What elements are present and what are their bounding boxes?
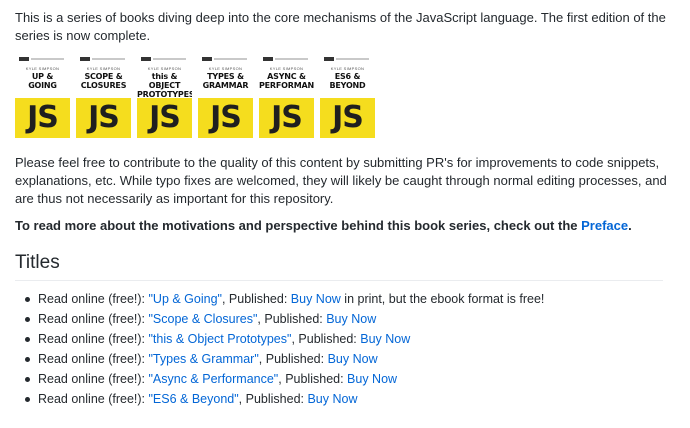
- book-title-link[interactable]: "Scope & Closures": [148, 312, 257, 326]
- cover-title: ES6 & BEYOND: [329, 72, 366, 90]
- book-cover[interactable]: KYLE SIMPSON UP & GOING JS: [15, 55, 70, 138]
- read-online-label: Read online (free!):: [38, 392, 149, 406]
- cover-author: KYLE SIMPSON: [269, 66, 304, 71]
- cover-stripe: [336, 58, 369, 60]
- list-item: Read online (free!): "Types & Grammar", …: [15, 349, 544, 369]
- cover-stripe: [31, 58, 64, 60]
- book-cover[interactable]: KYLE SIMPSON TYPES & GRAMMAR JS: [198, 55, 253, 138]
- cover-title: TYPES & GRAMMAR: [202, 72, 249, 90]
- read-online-label: Read online (free!):: [38, 292, 149, 306]
- cover-title: this & OBJECT PROTOTYPES: [137, 72, 192, 99]
- published-label: , Published:: [257, 312, 327, 326]
- cover-js-logo: JS: [27, 100, 59, 135]
- book-cover[interactable]: KYLE SIMPSONASYNC & PERFORMANCE JS: [259, 55, 314, 138]
- published-label: , Published:: [258, 352, 328, 366]
- list-item: Read online (free!): "Scope & Closures",…: [15, 309, 544, 329]
- cover-js-logo: JS: [271, 100, 303, 135]
- publisher-logo: [324, 57, 334, 61]
- list-item: Read online (free!): "this & Object Prot…: [15, 329, 544, 349]
- book-cover[interactable]: KYLE SIMPSON this & OBJECT PROTOTYPES JS: [137, 55, 192, 138]
- bullet-icon: [25, 357, 30, 362]
- cover-title: ASYNC & PERFORMANCE: [259, 72, 314, 90]
- preface-link[interactable]: Preface: [581, 218, 628, 233]
- book-title-link[interactable]: "Types & Grammar": [148, 352, 258, 366]
- book-cover[interactable]: KYLE SIMPSON SCOPE & CLOSURES JS: [76, 55, 131, 138]
- published-label: , Published:: [221, 292, 291, 306]
- cover-author: KYLE SIMPSON: [25, 66, 60, 71]
- intro-paragraph: This is a series of books diving deep in…: [15, 10, 666, 43]
- cover-js-logo: JS: [332, 100, 364, 135]
- publisher-logo: [263, 57, 273, 61]
- cover-stripe: [275, 58, 308, 60]
- book-title-link[interactable]: "Async & Performance": [148, 372, 278, 386]
- book-covers: KYLE SIMPSON UP & GOING JS KYLE SIMPSON SCOP…: [15, 55, 375, 138]
- cover-stripe: [92, 58, 125, 60]
- buy-now-link[interactable]: Buy Now: [326, 312, 376, 326]
- list-item: Read online (free!): "Up & Going", Publi…: [15, 289, 544, 309]
- publisher-logo: [202, 57, 212, 61]
- readme-page: This is a series of books diving deep in…: [0, 0, 690, 428]
- buy-now-link[interactable]: Buy Now: [328, 352, 378, 366]
- cover-author: KYLE SIMPSON: [147, 66, 182, 71]
- read-online-label: Read online (free!):: [38, 332, 149, 346]
- cover-stripe: [214, 58, 247, 60]
- titles-heading: Titles: [15, 251, 663, 281]
- motivation-text: To read more about the motivations and p…: [15, 218, 582, 233]
- cover-author: KYLE SIMPSON: [330, 66, 365, 71]
- publisher-logo: [141, 57, 151, 61]
- published-label: , Published:: [278, 372, 348, 386]
- buy-now-link[interactable]: Buy Now: [291, 292, 341, 306]
- book-title-link[interactable]: "this & Object Prototypes": [148, 332, 291, 346]
- cover-title: UP & GOING: [28, 72, 57, 90]
- cover-title: SCOPE & CLOSURES: [80, 72, 127, 90]
- title-suffix: in print, but the ebook format is free!: [340, 292, 545, 306]
- titles-list: Read online (free!): "Up & Going", Publi…: [15, 289, 544, 409]
- book-title-link[interactable]: "Up & Going": [148, 292, 222, 306]
- list-item: Read online (free!): "ES6 & Beyond", Pub…: [15, 389, 544, 409]
- bullet-icon: [25, 337, 30, 342]
- buy-now-link[interactable]: Buy Now: [347, 372, 397, 386]
- cover-author: KYLE SIMPSON: [86, 66, 121, 71]
- book-cover[interactable]: KYLE SIMPSON ES6 & BEYOND JS: [320, 55, 375, 138]
- cover-stripe: [153, 58, 186, 60]
- read-online-label: Read online (free!):: [38, 352, 149, 366]
- buy-now-link[interactable]: Buy Now: [360, 332, 410, 346]
- buy-now-link[interactable]: Buy Now: [307, 392, 357, 406]
- publisher-logo: [19, 57, 29, 61]
- contribute-paragraph: Please feel free to contribute to the qu…: [15, 155, 667, 206]
- cover-js-logo: JS: [88, 100, 120, 135]
- motivation-end: .: [628, 218, 632, 233]
- published-label: , Published:: [291, 332, 361, 346]
- list-item: Read online (free!): "Async & Performanc…: [15, 369, 544, 389]
- read-online-label: Read online (free!):: [38, 312, 149, 326]
- publisher-logo: [80, 57, 90, 61]
- bullet-icon: [25, 297, 30, 302]
- bullet-icon: [25, 317, 30, 322]
- cover-js-logo: JS: [210, 100, 242, 135]
- book-title-link[interactable]: "ES6 & Beyond": [148, 392, 238, 406]
- published-label: , Published:: [238, 392, 308, 406]
- motivation-paragraph: To read more about the motivations and p…: [15, 217, 675, 235]
- cover-js-logo: JS: [149, 100, 181, 135]
- cover-author: KYLE SIMPSON: [208, 66, 243, 71]
- bullet-icon: [25, 377, 30, 382]
- bullet-icon: [25, 397, 30, 402]
- read-online-label: Read online (free!):: [38, 372, 149, 386]
